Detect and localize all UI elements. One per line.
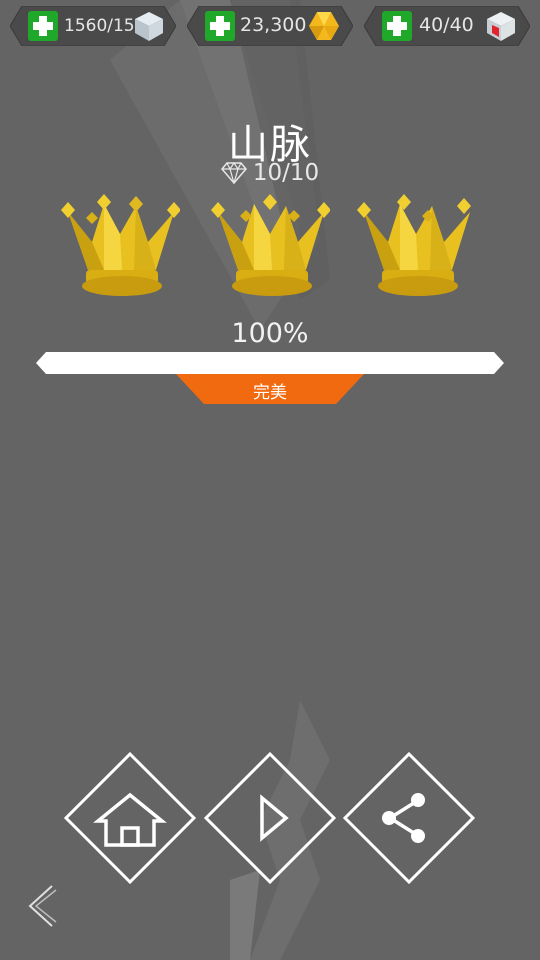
- gems-counter: 23,300: [187, 6, 353, 46]
- back-chevron-icon[interactable]: [24, 884, 60, 928]
- progress-bar: [36, 352, 504, 374]
- progress-bar-fill: [36, 352, 504, 374]
- home-button[interactable]: [64, 752, 196, 884]
- completion-percent: 100%: [231, 318, 309, 349]
- cube-icon: [135, 12, 163, 41]
- share-icon: [382, 793, 425, 843]
- pieces-value: 1560/15: [64, 16, 135, 36]
- energy-value: 40/40: [419, 14, 474, 36]
- plus-icon[interactable]: [382, 11, 412, 41]
- energy-counter: 40/40: [364, 6, 530, 46]
- crown-icon: [211, 194, 330, 296]
- gems-value: 23,300: [240, 14, 307, 36]
- pieces-counter: 1560/15: [10, 6, 176, 46]
- play-button[interactable]: [204, 752, 336, 884]
- crown-rating: [60, 190, 480, 305]
- diamond-count: 10/10: [0, 160, 540, 186]
- diamond-icon: [220, 161, 247, 186]
- resource-bar: 1560/15 23,300 40/40: [0, 6, 540, 46]
- plus-icon[interactable]: [205, 11, 235, 41]
- share-button[interactable]: [343, 752, 475, 884]
- play-icon: [260, 794, 289, 842]
- energy-cube-icon: [487, 12, 515, 41]
- crown-icon: [61, 194, 180, 296]
- home-icon: [93, 792, 167, 847]
- crown-icon: [357, 194, 471, 296]
- rating-label: 完美: [253, 383, 287, 403]
- plus-icon[interactable]: [28, 11, 58, 41]
- diamond-count-value: 10/10: [252, 160, 320, 186]
- gem-icon: [309, 12, 339, 40]
